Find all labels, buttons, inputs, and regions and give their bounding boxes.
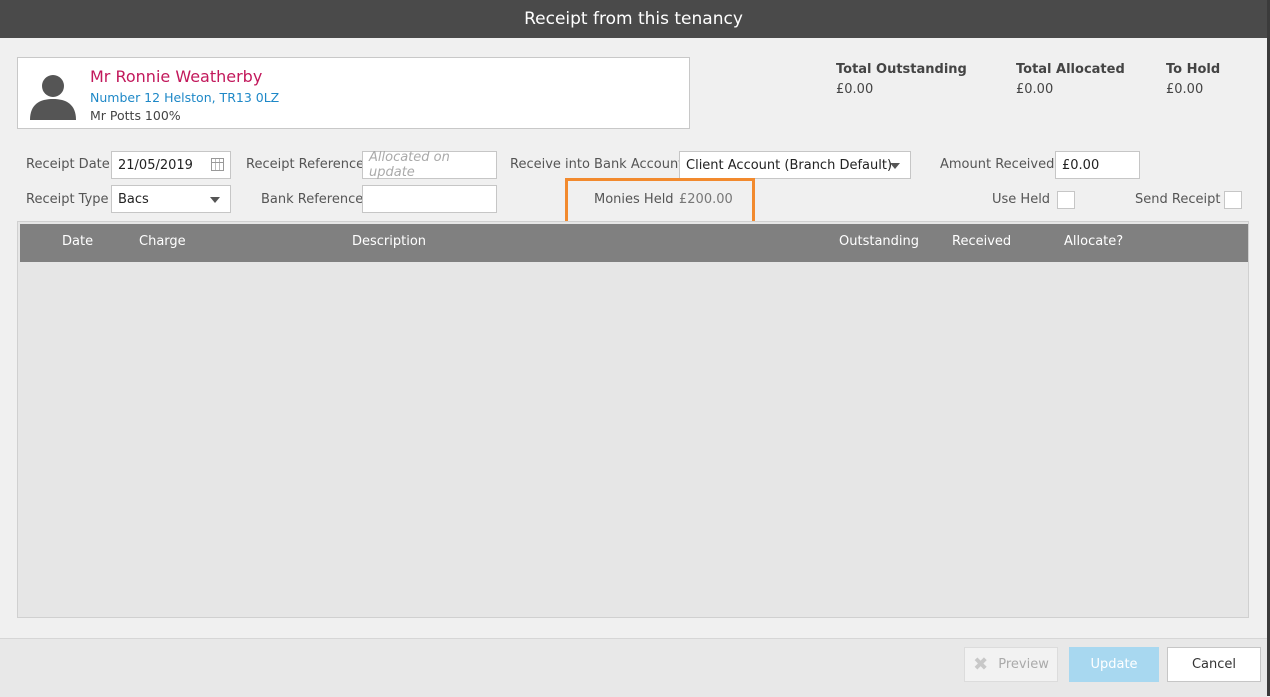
tenant-card: Mr Ronnie Weatherby Number 12 Helston, T… (17, 57, 690, 129)
send-receipt-label: Send Receipt (1135, 192, 1221, 207)
bank-account-label: Receive into Bank Account (510, 157, 684, 172)
receipt-reference-label: Receipt Reference (246, 157, 365, 172)
use-held-label: Use Held (992, 192, 1051, 207)
bank-account-select[interactable]: Client Account (Branch Default) (679, 151, 911, 179)
cancel-button[interactable]: Cancel (1167, 647, 1261, 682)
monies-held-value: £200.00 (679, 192, 733, 207)
to-hold-label: To Hold (1166, 62, 1221, 77)
receipt-reference-input[interactable]: Allocated on update (362, 150, 497, 180)
receipt-date-field[interactable]: 21/05/2019 (111, 151, 231, 179)
total-allocated-value: £0.00 (1016, 82, 1054, 97)
send-receipt-checkbox[interactable] (1224, 191, 1242, 209)
total-allocated-label: Total Allocated (1016, 62, 1125, 77)
receipt-type-value: Bacs (118, 191, 149, 207)
total-outstanding-label: Total Outstanding (836, 62, 967, 77)
close-icon: ✖ (973, 654, 989, 675)
column-header-allocate[interactable]: Allocate? (1064, 234, 1123, 249)
bank-reference-label: Bank Reference (261, 192, 364, 207)
use-held-checkbox[interactable] (1057, 191, 1075, 209)
update-button[interactable]: Update (1069, 647, 1159, 682)
total-outstanding-value: £0.00 (836, 82, 874, 97)
to-hold-value: £0.00 (1166, 82, 1204, 97)
chevron-down-icon[interactable] (210, 197, 220, 203)
receipt-date-label: Receipt Date (26, 157, 110, 172)
amount-received-value: £0.00 (1062, 157, 1100, 173)
column-header-date[interactable]: Date (62, 234, 93, 249)
receipt-reference-placeholder: Allocated on update (369, 150, 450, 180)
person-avatar-icon (30, 75, 76, 120)
column-header-outstanding[interactable]: Outstanding (839, 234, 919, 249)
allocation-table: Date Charge Description Outstanding Rece… (17, 221, 1249, 618)
receipt-date-value: 21/05/2019 (118, 157, 193, 173)
tenant-landlord-share: Mr Potts 100% (90, 108, 181, 123)
dialog-title: Receipt from this tenancy (524, 9, 743, 29)
update-button-label: Update (1090, 657, 1138, 672)
amount-received-input[interactable]: £0.00 (1055, 151, 1140, 179)
dialog-title-bar: Receipt from this tenancy (0, 0, 1267, 38)
table-header: Date Charge Description Outstanding Rece… (20, 224, 1248, 262)
preview-button[interactable]: ✖ Preview (964, 647, 1058, 682)
bank-account-value: Client Account (Branch Default) (686, 157, 893, 173)
chevron-down-icon[interactable] (890, 163, 900, 169)
column-header-description[interactable]: Description (352, 234, 426, 249)
bank-reference-input[interactable] (362, 185, 497, 213)
tenant-address-link[interactable]: Number 12 Helston, TR13 0LZ (90, 90, 279, 105)
cancel-button-label: Cancel (1191, 657, 1237, 672)
column-header-received[interactable]: Received (952, 234, 1011, 249)
tenant-name-link[interactable]: Mr Ronnie Weatherby (90, 67, 262, 86)
amount-received-label: Amount Received (940, 157, 1055, 172)
calendar-icon[interactable] (211, 158, 224, 171)
column-header-charge[interactable]: Charge (139, 234, 186, 249)
preview-button-label: Preview (998, 657, 1049, 672)
receipt-type-label: Receipt Type (26, 192, 109, 207)
monies-held-label: Monies Held (594, 192, 674, 207)
receipt-type-select[interactable]: Bacs (111, 185, 231, 213)
